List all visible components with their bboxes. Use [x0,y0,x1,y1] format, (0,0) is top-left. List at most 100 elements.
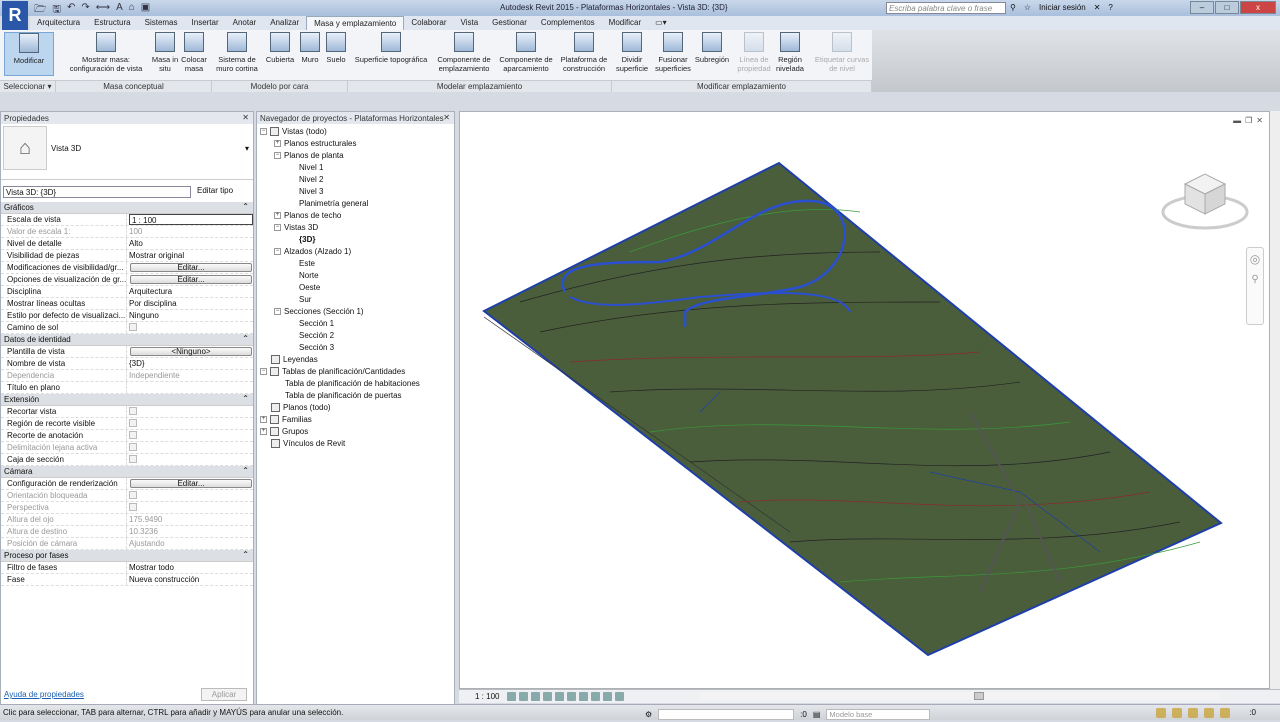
expand-icon[interactable]: + [260,416,267,424]
property-checkbox[interactable] [129,455,137,463]
browser-node-vistas-3d[interactable]: − Vistas 3D [257,222,454,234]
property-value[interactable]: Por disciplina [127,298,253,309]
collapse-icon[interactable]: − [274,152,281,160]
crop-view-icon[interactable] [567,692,577,701]
browser-node-tabla-de-planificacio-n-de-puertas[interactable]: Tabla de planificación de puertas [257,390,454,402]
help-button[interactable]: ? [1108,3,1112,12]
type-selector[interactable]: ⌂ Vista 3D ▾ [1,124,253,180]
property-checkbox[interactable] [129,407,137,415]
ribbon-button-li-nea-de-propiedad[interactable]: Línea de propiedad [734,32,774,73]
property-checkbox[interactable] [129,419,137,427]
close-icon[interactable]: ✕ [242,113,249,122]
tab-gestionar[interactable]: Gestionar [485,16,534,30]
visual-style-icon[interactable] [519,692,529,701]
property-group-gra-ficos[interactable]: Gráficos ⌃ [1,202,253,214]
minimize-button[interactable]: – [1190,1,1214,14]
collapse-icon[interactable]: ⌃ [242,550,249,559]
tab-anotar[interactable]: Anotar [226,16,264,30]
shadows-icon[interactable] [543,692,553,701]
browser-node-vi-nculos-de-revit[interactable]: Vínculos de Revit [257,438,454,450]
tab-complementos[interactable]: Complementos [534,16,602,30]
browser-node-norte[interactable]: Norte [257,270,454,282]
browser-node-oeste[interactable]: Oeste [257,282,454,294]
collapse-icon[interactable]: ⌃ [242,466,249,475]
star-icon[interactable]: ☆ [1024,3,1031,12]
navigation-bar[interactable]: ◎ ⚲ [1246,247,1264,325]
property-value[interactable] [127,430,253,441]
ribbon-button-componente-de-aparcamiento[interactable]: Componente de aparcamiento [496,32,556,73]
property-value[interactable]: Arquitectura [127,286,253,297]
tab-arquitectura[interactable]: Arquitectura [30,16,87,30]
panel-seleccionar[interactable]: Seleccionar ▾ [0,80,56,92]
browser-node-planos-de-techo[interactable]: + Planos de techo [257,210,454,222]
property-edit-button[interactable]: Editar... [130,275,252,284]
collapse-icon[interactable]: − [274,308,281,316]
browser-node-leyendas[interactable]: Leyendas [257,354,454,366]
browser-node-alzados-alzado-1[interactable]: − Alzados (Alzado 1) [257,246,454,258]
tab-insertar[interactable]: Insertar [185,16,226,30]
browser-node-seccio-n-3[interactable]: Sección 3 [257,342,454,354]
property-edit-button[interactable]: Editar... [130,479,252,488]
select-links-icon[interactable] [1156,708,1166,718]
maximize-button[interactable]: □ [1215,1,1239,14]
ribbon-button-mostrar-masa-configuracio-n-de-vista[interactable]: Mostrar masa: configuración de vista [62,32,150,73]
property-value[interactable]: 1 : 100 [127,214,253,225]
property-value[interactable]: Ninguno [127,310,253,321]
browser-node-seccio-n-2[interactable]: Sección 2 [257,330,454,342]
close-button[interactable]: x [1240,1,1276,14]
collapse-icon[interactable]: − [274,248,281,256]
property-checkbox[interactable] [129,323,137,331]
property-group-extensio-n[interactable]: Extensión ⌃ [1,394,253,406]
property-value[interactable] [127,322,253,333]
collapse-icon[interactable]: ⌃ [242,334,249,343]
browser-node-este[interactable]: Este [257,258,454,270]
browser-node-planos-estructurales[interactable]: + Planos estructurales [257,138,454,150]
property-edit-button[interactable]: Editar... [130,263,252,272]
browser-node-grupos[interactable]: + Grupos [257,426,454,438]
workset-dropdown[interactable] [658,709,795,720]
property-value[interactable] [127,454,253,465]
terrain-model[interactable] [460,112,1271,690]
browser-node-familias[interactable]: + Familias [257,414,454,426]
signin-button[interactable]: Iniciar sesión [1039,3,1086,12]
browser-node-planimetri-a-general[interactable]: Planimetría general [257,198,454,210]
zoom-icon[interactable]: ⚲ [1247,274,1263,285]
browser-node-nivel-1[interactable]: Nivel 1 [257,162,454,174]
select-underlay-icon[interactable] [1172,708,1182,718]
collapse-icon[interactable]: ⌃ [242,394,249,403]
ribbon-button-subregio-n[interactable]: Subregión [694,32,730,64]
show-crop-icon[interactable] [579,692,589,701]
property-checkbox[interactable] [129,431,137,439]
3d-viewport[interactable]: ▬ ❐ ✕ ◎ ⚲ [459,111,1270,689]
tab-masa-y-emplazamiento[interactable]: Masa y emplazamiento [306,16,405,30]
property-value[interactable]: Editar... [127,262,253,273]
expand-icon[interactable]: + [274,212,281,220]
detail-level-icon[interactable] [507,692,517,701]
property-value[interactable]: Editar... [127,274,253,285]
hide-isolate-icon[interactable] [603,692,613,701]
property-value[interactable]: <Ninguno> [127,346,253,357]
ribbon-button-sistema-de-muro-cortina[interactable]: Sistema de muro cortina [212,32,262,73]
property-group-datos-de-identidad[interactable]: Datos de identidad ⌃ [1,334,253,346]
tab-analizar[interactable]: Analizar [263,16,306,30]
close-icon[interactable]: ✕ [443,113,450,122]
design-option-dropdown[interactable]: Modelo base [826,709,931,720]
browser-node-planos-de-planta[interactable]: − Planos de planta [257,150,454,162]
select-pinned-icon[interactable] [1188,708,1198,718]
browser-node-vistas-todo[interactable]: − Vistas (todo) [257,126,454,138]
ribbon-button-muro[interactable]: Muro [298,32,322,64]
ribbon-button-componente-de-emplazamiento[interactable]: Componente de emplazamiento [432,32,496,73]
ribbon-button-superficie-topogra-fica[interactable]: Superficie topográfica [350,32,432,64]
render-icon[interactable] [555,692,565,701]
steering-wheel-icon[interactable]: ◎ [1247,252,1263,266]
browser-node-planos-todo[interactable]: Planos (todo) [257,402,454,414]
help-search-input[interactable]: Escriba palabra clave o frase [886,2,1006,14]
drag-elements-icon[interactable] [1220,708,1230,718]
browser-node-3d[interactable]: {3D} [257,234,454,246]
expand-icon[interactable]: + [260,428,267,436]
property-group-ca-mara[interactable]: Cámara ⌃ [1,466,253,478]
property-value[interactable] [127,382,253,393]
app-menu-button[interactable]: R [2,1,28,31]
lock-view-icon[interactable] [591,692,601,701]
vertical-scrollbar[interactable] [1270,111,1280,689]
